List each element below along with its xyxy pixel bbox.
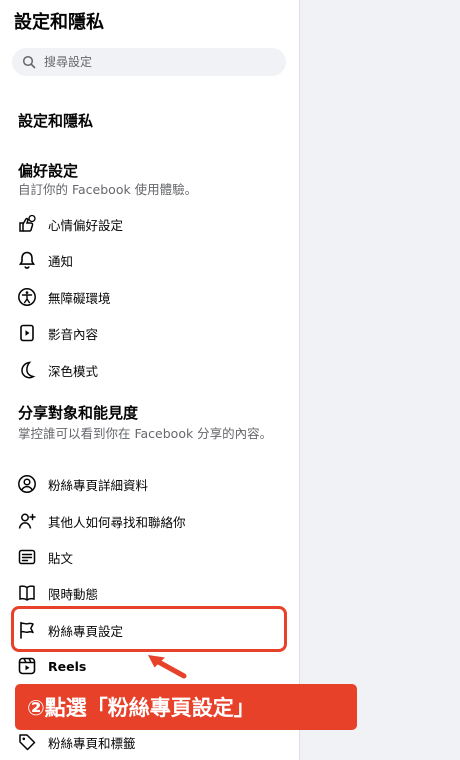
settings-item-label: 限時動態: [48, 586, 99, 602]
media-play-icon: [16, 322, 38, 344]
pointer-arrow-icon: [148, 655, 187, 679]
search-bar[interactable]: [12, 48, 286, 76]
search-input[interactable]: [42, 54, 266, 70]
settings-item-label: 通知: [48, 253, 74, 269]
bell-icon: [16, 249, 38, 271]
audience-description: 掌控誰可以看到你在 Facebook 分享的內容。: [18, 426, 273, 441]
settings-item-dark-mode[interactable]: 深色模式: [10, 354, 288, 386]
settings-item-posts[interactable]: 貼文: [10, 541, 288, 573]
moon-icon: [16, 359, 38, 381]
settings-item-find-and-contact[interactable]: 其他人如何尋找和聯絡你: [10, 505, 288, 537]
settings-item-label: 無障礙環境: [48, 290, 111, 306]
settings-item-label: 深色模式: [48, 363, 99, 379]
settings-item-stories[interactable]: 限時動態: [10, 577, 288, 609]
person-add-icon: [16, 510, 38, 532]
settings-item-label: 其他人如何尋找和聯絡你: [48, 514, 186, 530]
reaction-preferences-icon: [16, 213, 38, 235]
section-heading: 設定和隱私: [18, 112, 94, 130]
audience-title: 分享對象和能見度: [18, 404, 139, 422]
settings-item-label: 心情偏好設定: [48, 217, 124, 233]
book-icon: [16, 582, 38, 604]
settings-item-media[interactable]: 影音內容: [10, 317, 288, 349]
settings-item-notifications[interactable]: 通知: [10, 244, 288, 276]
annotation-callout: ②點選「粉絲專頁設定」: [15, 684, 357, 730]
main-content-area: [300, 0, 460, 760]
settings-item-label: 影音內容: [48, 326, 99, 342]
page-title: 設定和隱私: [14, 12, 104, 33]
settings-item-reaction-preferences[interactable]: 心情偏好設定: [10, 208, 288, 240]
settings-item-label: 粉絲專頁和標籤: [48, 735, 136, 751]
profile-circle-icon: [16, 473, 38, 495]
settings-item-accessibility[interactable]: 無障礙環境: [10, 281, 288, 313]
preferences-title: 偏好設定: [18, 162, 79, 180]
post-icon: [16, 546, 38, 568]
accessibility-icon: [16, 286, 38, 308]
highlight-box: [11, 606, 287, 652]
search-icon: [22, 55, 36, 69]
settings-item-page-tagging[interactable]: 粉絲專頁和標籤: [10, 726, 288, 758]
settings-item-page-details[interactable]: 粉絲專頁詳細資料: [10, 468, 288, 500]
settings-item-label: 貼文: [48, 550, 74, 566]
reels-icon: [16, 655, 38, 677]
tag-icon: [16, 731, 38, 753]
settings-item-label: 粉絲專頁詳細資料: [48, 477, 149, 493]
preferences-description: 自訂你的 Facebook 使用體驗。: [18, 182, 198, 197]
settings-item-label: Reels: [48, 658, 87, 674]
